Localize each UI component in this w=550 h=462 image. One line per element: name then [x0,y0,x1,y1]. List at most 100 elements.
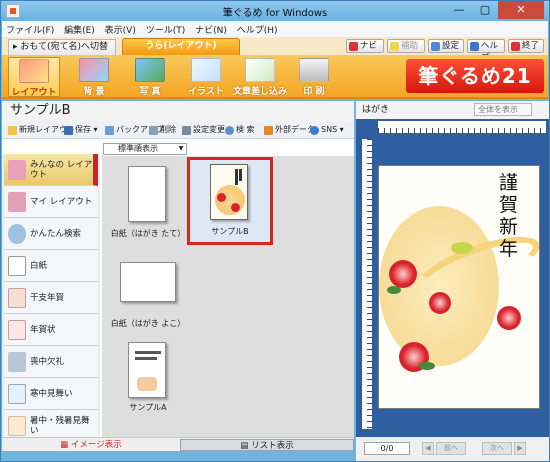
ribbon-insert-text[interactable]: 文章差し込み [232,57,288,97]
layout-icon [19,59,49,83]
category-my-layout[interactable]: マイ レイアウト [4,186,98,218]
horizontal-ruler [378,121,546,133]
last-page-button[interactable]: ▶ [514,442,526,455]
ribbon-photo[interactable]: 写 真 [124,57,176,97]
sns-icon [310,126,319,135]
thumb-sample-b[interactable]: サンプルB [187,157,273,245]
category-list: みんなの レイアウト マイ レイアウト かんたん検索 白紙 干支年賀 年賀状 喪… [2,154,100,444]
layout-thumbnail-grid: 白紙（はがき たて） サンプルB 白紙（はがき よこ） サンプルA [102,156,354,444]
blank-card-icon [8,256,26,276]
ribbon-illust[interactable]: イラスト [180,57,232,97]
search-button[interactable]: 検 索 [225,124,255,136]
camellia-flower [429,292,451,314]
menu-help[interactable]: ヘルプ(H) [233,21,281,36]
illust-icon [191,58,221,82]
navi-button[interactable]: ナビ [346,39,384,53]
ribbon-layout[interactable]: レイアウト [8,57,60,98]
ribbon-background[interactable]: 背 景 [68,57,120,97]
category-winter-greeting[interactable]: 寒中見舞い [4,378,98,410]
snowman-icon [8,384,26,404]
greeting-text: 謹賀新年 [499,172,519,260]
thumb-sample-a[interactable]: サンプルA [108,338,188,420]
page-indicator: 0/0 [364,442,410,455]
category-zodiac-newyear[interactable]: 干支年賀 [4,282,98,314]
list-view-button[interactable]: ▤ リスト表示 [180,439,354,451]
settings-button[interactable]: 設定 [428,39,464,53]
postcard-preview: 謹賀新年 [378,165,540,409]
chevron-down-icon: ▼ [178,145,184,152]
assist-button[interactable]: 補助 [387,39,425,53]
thumb-blank-landscape[interactable]: 白紙（はがき よこ） [108,252,188,334]
backup-icon [105,126,114,135]
menu-view[interactable]: 表示(V) [101,21,139,36]
settings-change-icon [182,126,191,135]
layout-toolbar: 新規レイアウト 保存 ▾ バックアップ 削除 設定変更 検 索 外部データ SN… [2,121,354,139]
sort-select[interactable]: 標準順表示 ▼ [103,143,187,155]
magnifier-icon [8,224,26,244]
view-mode-bar: ▦ イメージ表示 ▤ リスト表示 [2,437,354,451]
save-button[interactable]: 保存 ▾ [64,124,98,136]
photo-icon [135,58,165,82]
people-icon [8,160,26,180]
next-page-button[interactable]: 次へ [482,442,512,455]
menu-navi[interactable]: ナビ(N) [191,21,230,36]
delete-button[interactable]: 削除 [149,124,176,136]
preview-panel: はがき 全体を表示 謹賀新年 0/0 ◀ 前へ 次へ ▶ [356,101,549,461]
category-everyone-layout[interactable]: みんなの レイアウト [4,154,98,186]
menu-bar: ファイル(F) 編集(E) 表示(V) ツール(T) ナビ(N) ヘルプ(H) [2,21,548,37]
blank-landscape-preview [120,262,176,302]
exit-button[interactable]: 終了 [508,39,544,53]
image-view-button[interactable]: ▦ イメージ表示 [2,439,180,451]
minimize-button[interactable]: — [446,1,472,19]
new-icon [8,126,17,135]
camellia-flower [389,260,417,288]
list-icon: ▤ [240,441,252,451]
leaf [419,362,435,370]
sns-button[interactable]: SNS ▾ [310,124,344,136]
leaf [387,286,401,294]
app-window: 筆ぐるめ for Windows — ▢ ✕ ファイル(F) 編集(E) 表示(… [0,0,550,462]
delete-icon [149,126,158,135]
grid-icon: ▦ [60,440,71,450]
help-button[interactable]: ヘルプ [467,39,505,63]
menu-tools[interactable]: ツール(T) [142,21,189,36]
save-icon [64,126,73,135]
maximize-button[interactable]: ▢ [472,1,498,19]
printer-icon [299,58,329,82]
prev-page-button[interactable]: 前へ [436,442,466,455]
category-newyear-card[interactable]: 年賀状 [4,314,98,346]
ribbon: レイアウト 背 景 写 真 イラスト 文章差し込み 印 刷 筆ぐるめ21 [2,55,548,99]
search-icon [225,126,234,135]
summer-card-icon [8,416,26,436]
zodiac-card-icon [8,288,26,308]
external-data-button[interactable]: 外部データ [264,124,315,136]
preview-footer: 0/0 ◀ 前へ 次へ ▶ [356,437,549,461]
person-icon [8,192,26,212]
question-icon [470,42,479,51]
bird-illustration [451,242,473,254]
menu-edit[interactable]: 編集(E) [60,21,98,36]
thumb-blank-portrait[interactable]: 白紙（はがき たて） [108,162,188,244]
first-page-button[interactable]: ◀ [422,442,434,455]
category-easy-search[interactable]: かんたん検索 [4,218,98,250]
tab-address-side[interactable]: ▸ おもて(宛て名)へ切替 [8,39,116,55]
blank-portrait-preview [128,166,166,222]
layout-panel: サンプルB 新規レイアウト 保存 ▾ バックアップ 削除 設定変更 検 索 外部… [2,101,354,447]
newyear-card-icon [8,320,26,340]
gear-icon [431,42,440,51]
background-icon [79,58,109,82]
star-icon [390,42,399,51]
tab-layout-side[interactable]: うら(レイアウト) [122,38,240,55]
zoom-select[interactable]: 全体を表示 [474,103,532,116]
close-button[interactable]: ✕ [498,1,544,19]
sample-b-preview [210,164,248,220]
edit-settings-button[interactable]: 設定変更 [182,124,225,136]
title-bar: 筆ぐるめ for Windows — ▢ ✕ [1,1,549,21]
category-blank[interactable]: 白紙 [4,250,98,282]
panel-title: サンプルB [2,101,354,121]
external-data-icon [264,126,273,135]
category-mourning[interactable]: 喪中欠礼 [4,346,98,378]
menu-file[interactable]: ファイル(F) [2,21,57,36]
camellia-flower [497,306,521,330]
ribbon-print[interactable]: 印 刷 [288,57,340,97]
